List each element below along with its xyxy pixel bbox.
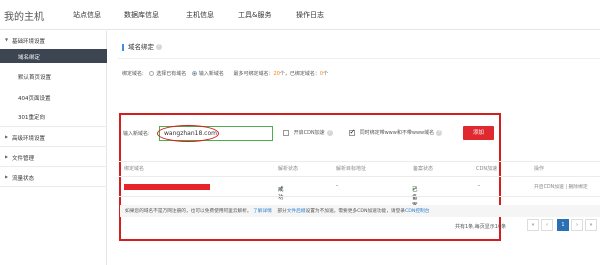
- table-header: 绑定域名 解析状态 解析目标地址 备案状态 CDN加速 操作: [122, 165, 600, 175]
- table-header-rule: [118, 176, 600, 177]
- sidebar-item-301-redirect[interactable]: 301重定向: [0, 110, 107, 122]
- add-button[interactable]: 添加: [463, 126, 494, 140]
- sidebar-divider: [0, 126, 107, 127]
- sidebar-item-domain-binding[interactable]: 域名绑定: [0, 49, 107, 63]
- main-content: 域名绑定? 绑定域名: 选择已有域名 输入新域名 最多可绑定域名：20个，已绑定…: [118, 36, 600, 265]
- learn-more-link[interactable]: 了解详情: [253, 209, 272, 214]
- bind-type-row: 绑定域名: 选择已有域名 输入新域名 最多可绑定域名：20个，已绑定域名：0个: [122, 70, 328, 77]
- sidebar-group-file-manage[interactable]: ▶ 文件管理: [0, 151, 107, 163]
- notice-text-1: 如果您的域名不是万网注册的，也可以免费使用阿里云解析。: [125, 209, 252, 214]
- new-domain-input[interactable]: wangzhan18.com: [159, 126, 273, 141]
- col-resolve-status: 解析状态: [278, 166, 299, 172]
- sidebar-item-label: 域名绑定: [18, 55, 41, 61]
- delete-binding-link[interactable]: 删除绑定: [569, 185, 588, 190]
- caret-right-icon: ▶: [5, 174, 9, 179]
- sidebar-group-advanced-env[interactable]: ▶ 高级环境设置: [0, 131, 107, 143]
- page-prev-button[interactable]: ‹: [541, 219, 553, 231]
- notice-text-2: 部分: [277, 209, 287, 214]
- bind-type-label: 绑定域名:: [122, 71, 144, 77]
- resolve-status-text: 成功: [278, 187, 284, 201]
- title-divider: [118, 58, 600, 59]
- sidebar-group-basic-env[interactable]: ▼ 基础环境设置: [0, 34, 107, 46]
- actions-cell: 开启CDN加速 | 删除绑定: [534, 185, 588, 190]
- nav-operation-log[interactable]: 操作日志: [296, 10, 324, 20]
- table-row-rule: [118, 196, 600, 197]
- nav-database-info[interactable]: 数据库信息: [124, 10, 159, 20]
- cdn-checkbox[interactable]: [283, 129, 289, 136]
- page-next-button[interactable]: ›: [571, 219, 583, 231]
- limit-mid: 个，已绑定域名：: [279, 71, 320, 77]
- sidebar-item-404-page[interactable]: 404页面设置: [0, 91, 107, 103]
- sidebar-item-default-homepage[interactable]: 默认首页设置: [0, 70, 107, 82]
- help-icon[interactable]: ?: [156, 44, 162, 50]
- sidebar-divider: [0, 146, 107, 147]
- help-icon[interactable]: ?: [436, 129, 443, 136]
- new-domain-label: 输入新域名:: [123, 131, 150, 137]
- col-domain: 绑定域名: [124, 166, 145, 172]
- brand-title[interactable]: 我的主机: [4, 8, 44, 23]
- notice-text-3: 设置为不加速。需要更多CDN加速功能，请登录: [305, 209, 405, 214]
- file-suffix-link[interactable]: 文件后缀: [287, 209, 306, 214]
- www-label: 同时绑定带www和不带www域名: [359, 130, 435, 136]
- page-last-button[interactable]: »: [585, 219, 597, 231]
- top-nav: 我的主机 站点信息 数据库信息 主机信息 工具&服务 操作日志: [0, 0, 600, 30]
- enable-cdn-link[interactable]: 开启CDN加速: [534, 185, 564, 190]
- sidebar-item-label: 默认首页设置: [18, 75, 52, 81]
- radio-existing-domain[interactable]: [149, 71, 155, 76]
- info-notice: 如果您的域名不是万网注册的，也可以免费使用阿里云解析。 了解详情 部分文件后缀设…: [120, 205, 600, 217]
- sidebar-item-label: 404页面设置: [18, 96, 51, 102]
- limit-prefix: 最多可绑定域名：: [233, 71, 274, 77]
- table-top-rule: [118, 161, 600, 162]
- limit-suffix: 个: [323, 71, 329, 77]
- www-option: 同时绑定带www和不带www域名?: [349, 128, 443, 136]
- nav-tools-services[interactable]: 工具&服务: [238, 10, 271, 20]
- col-resolve-target: 解析目标地址: [336, 166, 367, 172]
- sidebar: ▼ 基础环境设置 域名绑定 默认首页设置 404页面设置 301重定向 ▶ 高级…: [0, 31, 107, 265]
- table-row: ✓成功 - ✓已备案 - 开启CDN加速 | 删除绑定: [122, 181, 600, 209]
- sidebar-group-traffic-status[interactable]: ▶ 流量状态: [0, 171, 107, 183]
- www-checkbox[interactable]: [349, 128, 355, 136]
- caret-right-icon: ▶: [5, 134, 9, 139]
- sidebar-group-label: 高级环境设置: [12, 136, 46, 142]
- radio-existing-label: 选择已有域名: [156, 71, 187, 77]
- sidebar-divider: [0, 186, 107, 187]
- caret-right-icon: ▶: [5, 154, 9, 159]
- sidebar-group-label: 基础环境设置: [12, 39, 46, 45]
- col-cdn: CDN加速: [476, 166, 498, 172]
- cdn-option: 开启CDN加速?: [283, 129, 333, 136]
- page-title: 域名绑定?: [122, 44, 162, 51]
- sidebar-group-label: 流量状态: [12, 176, 35, 182]
- radio-new-label: 输入新域名: [198, 71, 224, 77]
- cdn-cell: -: [478, 183, 480, 189]
- redacted-domain: [124, 184, 210, 190]
- pagination-summary: 共有1条,每页显示10条: [455, 224, 507, 230]
- sidebar-item-label: 301重定向: [18, 115, 45, 121]
- page-title-text: 域名绑定: [128, 43, 154, 51]
- col-icp-status: 备案状态: [413, 166, 434, 172]
- nav-host-info[interactable]: 主机信息: [186, 10, 214, 20]
- cdn-console-link[interactable]: CDN控制台: [405, 209, 429, 214]
- sidebar-group-label: 文件管理: [12, 156, 35, 162]
- page-current-button[interactable]: 1: [557, 219, 569, 231]
- page-first-button[interactable]: «: [527, 219, 539, 231]
- help-icon[interactable]: ?: [326, 129, 333, 136]
- resolve-target-cell: -: [336, 183, 338, 189]
- cdn-label: 开启CDN加速: [293, 130, 325, 136]
- radio-new-domain[interactable]: [191, 71, 197, 76]
- nav-site-info[interactable]: 站点信息: [73, 10, 101, 20]
- caret-down-icon: ▼: [5, 37, 9, 42]
- col-actions: 操作: [534, 166, 545, 172]
- sidebar-divider: [0, 166, 107, 167]
